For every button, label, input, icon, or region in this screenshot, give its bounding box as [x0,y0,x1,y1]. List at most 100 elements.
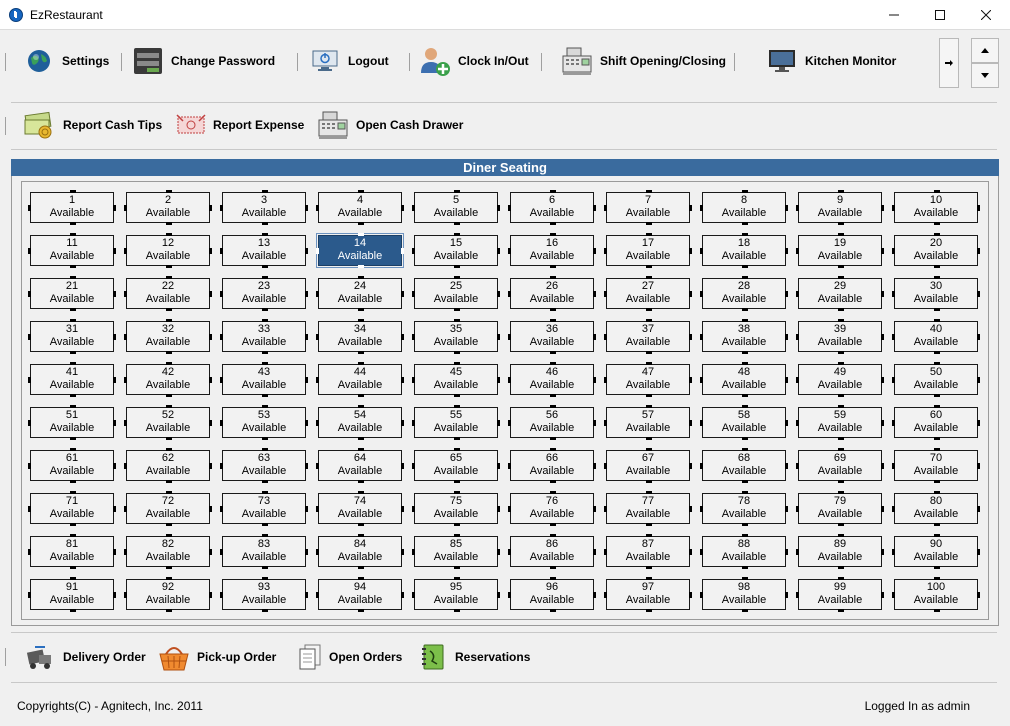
table-56[interactable]: 56 Available [508,405,596,440]
table-34[interactable]: 34 Available [316,319,404,354]
reservations-button[interactable]: Reservations [418,640,530,674]
table-94[interactable]: 94 Available [316,577,404,612]
table-80[interactable]: 80 Available [892,491,980,526]
table-74[interactable]: 74 Available [316,491,404,526]
maximize-button[interactable] [917,0,963,30]
table-57[interactable]: 57 Available [604,405,692,440]
table-9[interactable]: 9 Available [796,190,884,225]
change-password-button[interactable]: Change Password [131,44,275,78]
table-71[interactable]: 71 Available [28,491,116,526]
table-3[interactable]: 3 Available [220,190,308,225]
open-cash-drawer-button[interactable]: Open Cash Drawer [316,108,463,142]
table-96[interactable]: 96 Available [508,577,596,612]
table-1[interactable]: 1 Available [28,190,116,225]
table-21[interactable]: 21 Available [28,276,116,311]
table-13[interactable]: 13 Available [220,233,308,268]
table-48[interactable]: 48 Available [700,362,788,397]
table-37[interactable]: 37 Available [604,319,692,354]
table-87[interactable]: 87 Available [604,534,692,569]
table-38[interactable]: 38 Available [700,319,788,354]
table-26[interactable]: 26 Available [508,276,596,311]
table-30[interactable]: 30 Available [892,276,980,311]
kitchen-monitor-button[interactable]: Kitchen Monitor [765,44,896,78]
report-expense-button[interactable]: Report Expense [174,108,304,142]
table-84[interactable]: 84 Available [316,534,404,569]
table-93[interactable]: 93 Available [220,577,308,612]
table-97[interactable]: 97 Available [604,577,692,612]
table-7[interactable]: 7 Available [604,190,692,225]
table-29[interactable]: 29 Available [796,276,884,311]
table-78[interactable]: 78 Available [700,491,788,526]
table-66[interactable]: 66 Available [508,448,596,483]
table-41[interactable]: 41 Available [28,362,116,397]
table-23[interactable]: 23 Available [220,276,308,311]
logout-button[interactable]: Logout [308,44,389,78]
table-62[interactable]: 62 Available [124,448,212,483]
table-6[interactable]: 6 Available [508,190,596,225]
table-67[interactable]: 67 Available [604,448,692,483]
table-32[interactable]: 32 Available [124,319,212,354]
toolbar-scroll-up-button[interactable] [971,38,999,63]
delivery-order-button[interactable]: Delivery Order [23,640,146,674]
table-53[interactable]: 53 Available [220,405,308,440]
table-16[interactable]: 16 Available [508,233,596,268]
table-95[interactable]: 95 Available [412,577,500,612]
table-88[interactable]: 88 Available [700,534,788,569]
table-18[interactable]: 18 Available [700,233,788,268]
toolbar-scroll-right-button[interactable] [939,38,959,88]
table-46[interactable]: 46 Available [508,362,596,397]
table-92[interactable]: 92 Available [124,577,212,612]
table-17[interactable]: 17 Available [604,233,692,268]
table-61[interactable]: 61 Available [28,448,116,483]
table-49[interactable]: 49 Available [796,362,884,397]
table-76[interactable]: 76 Available [508,491,596,526]
table-51[interactable]: 51 Available [28,405,116,440]
table-42[interactable]: 42 Available [124,362,212,397]
table-50[interactable]: 50 Available [892,362,980,397]
table-19[interactable]: 19 Available [796,233,884,268]
table-85[interactable]: 85 Available [412,534,500,569]
table-73[interactable]: 73 Available [220,491,308,526]
table-99[interactable]: 99 Available [796,577,884,612]
table-10[interactable]: 10 Available [892,190,980,225]
table-45[interactable]: 45 Available [412,362,500,397]
clock-in-out-button[interactable]: Clock In/Out [418,44,529,78]
open-orders-button[interactable]: Open Orders [293,640,402,674]
table-52[interactable]: 52 Available [124,405,212,440]
table-60[interactable]: 60 Available [892,405,980,440]
table-47[interactable]: 47 Available [604,362,692,397]
table-14[interactable]: 14 Available [316,233,404,268]
table-100[interactable]: 100 Available [892,577,980,612]
table-39[interactable]: 39 Available [796,319,884,354]
table-68[interactable]: 68 Available [700,448,788,483]
table-2[interactable]: 2 Available [124,190,212,225]
report-cash-tips-button[interactable]: Report Cash Tips [22,108,162,142]
table-83[interactable]: 83 Available [220,534,308,569]
toolbar-scroll-down-button[interactable] [971,63,999,88]
table-91[interactable]: 91 Available [28,577,116,612]
table-8[interactable]: 8 Available [700,190,788,225]
settings-button[interactable]: Settings [22,44,109,78]
table-63[interactable]: 63 Available [220,448,308,483]
table-64[interactable]: 64 Available [316,448,404,483]
table-72[interactable]: 72 Available [124,491,212,526]
table-89[interactable]: 89 Available [796,534,884,569]
table-27[interactable]: 27 Available [604,276,692,311]
table-70[interactable]: 70 Available [892,448,980,483]
close-button[interactable] [963,0,1009,30]
table-44[interactable]: 44 Available [316,362,404,397]
table-86[interactable]: 86 Available [508,534,596,569]
table-35[interactable]: 35 Available [412,319,500,354]
table-59[interactable]: 59 Available [796,405,884,440]
table-69[interactable]: 69 Available [796,448,884,483]
minimize-button[interactable] [871,0,917,30]
table-25[interactable]: 25 Available [412,276,500,311]
table-5[interactable]: 5 Available [412,190,500,225]
table-12[interactable]: 12 Available [124,233,212,268]
table-55[interactable]: 55 Available [412,405,500,440]
table-22[interactable]: 22 Available [124,276,212,311]
table-43[interactable]: 43 Available [220,362,308,397]
table-58[interactable]: 58 Available [700,405,788,440]
table-24[interactable]: 24 Available [316,276,404,311]
table-98[interactable]: 98 Available [700,577,788,612]
